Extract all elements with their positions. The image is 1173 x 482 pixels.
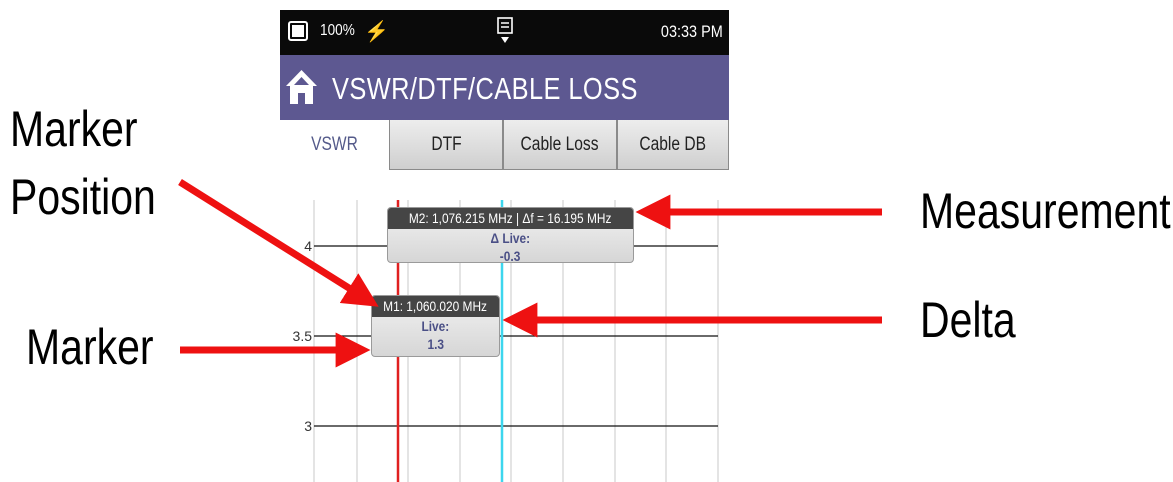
arrow-marker-position (178, 179, 379, 307)
annotation-arrows (178, 179, 882, 368)
